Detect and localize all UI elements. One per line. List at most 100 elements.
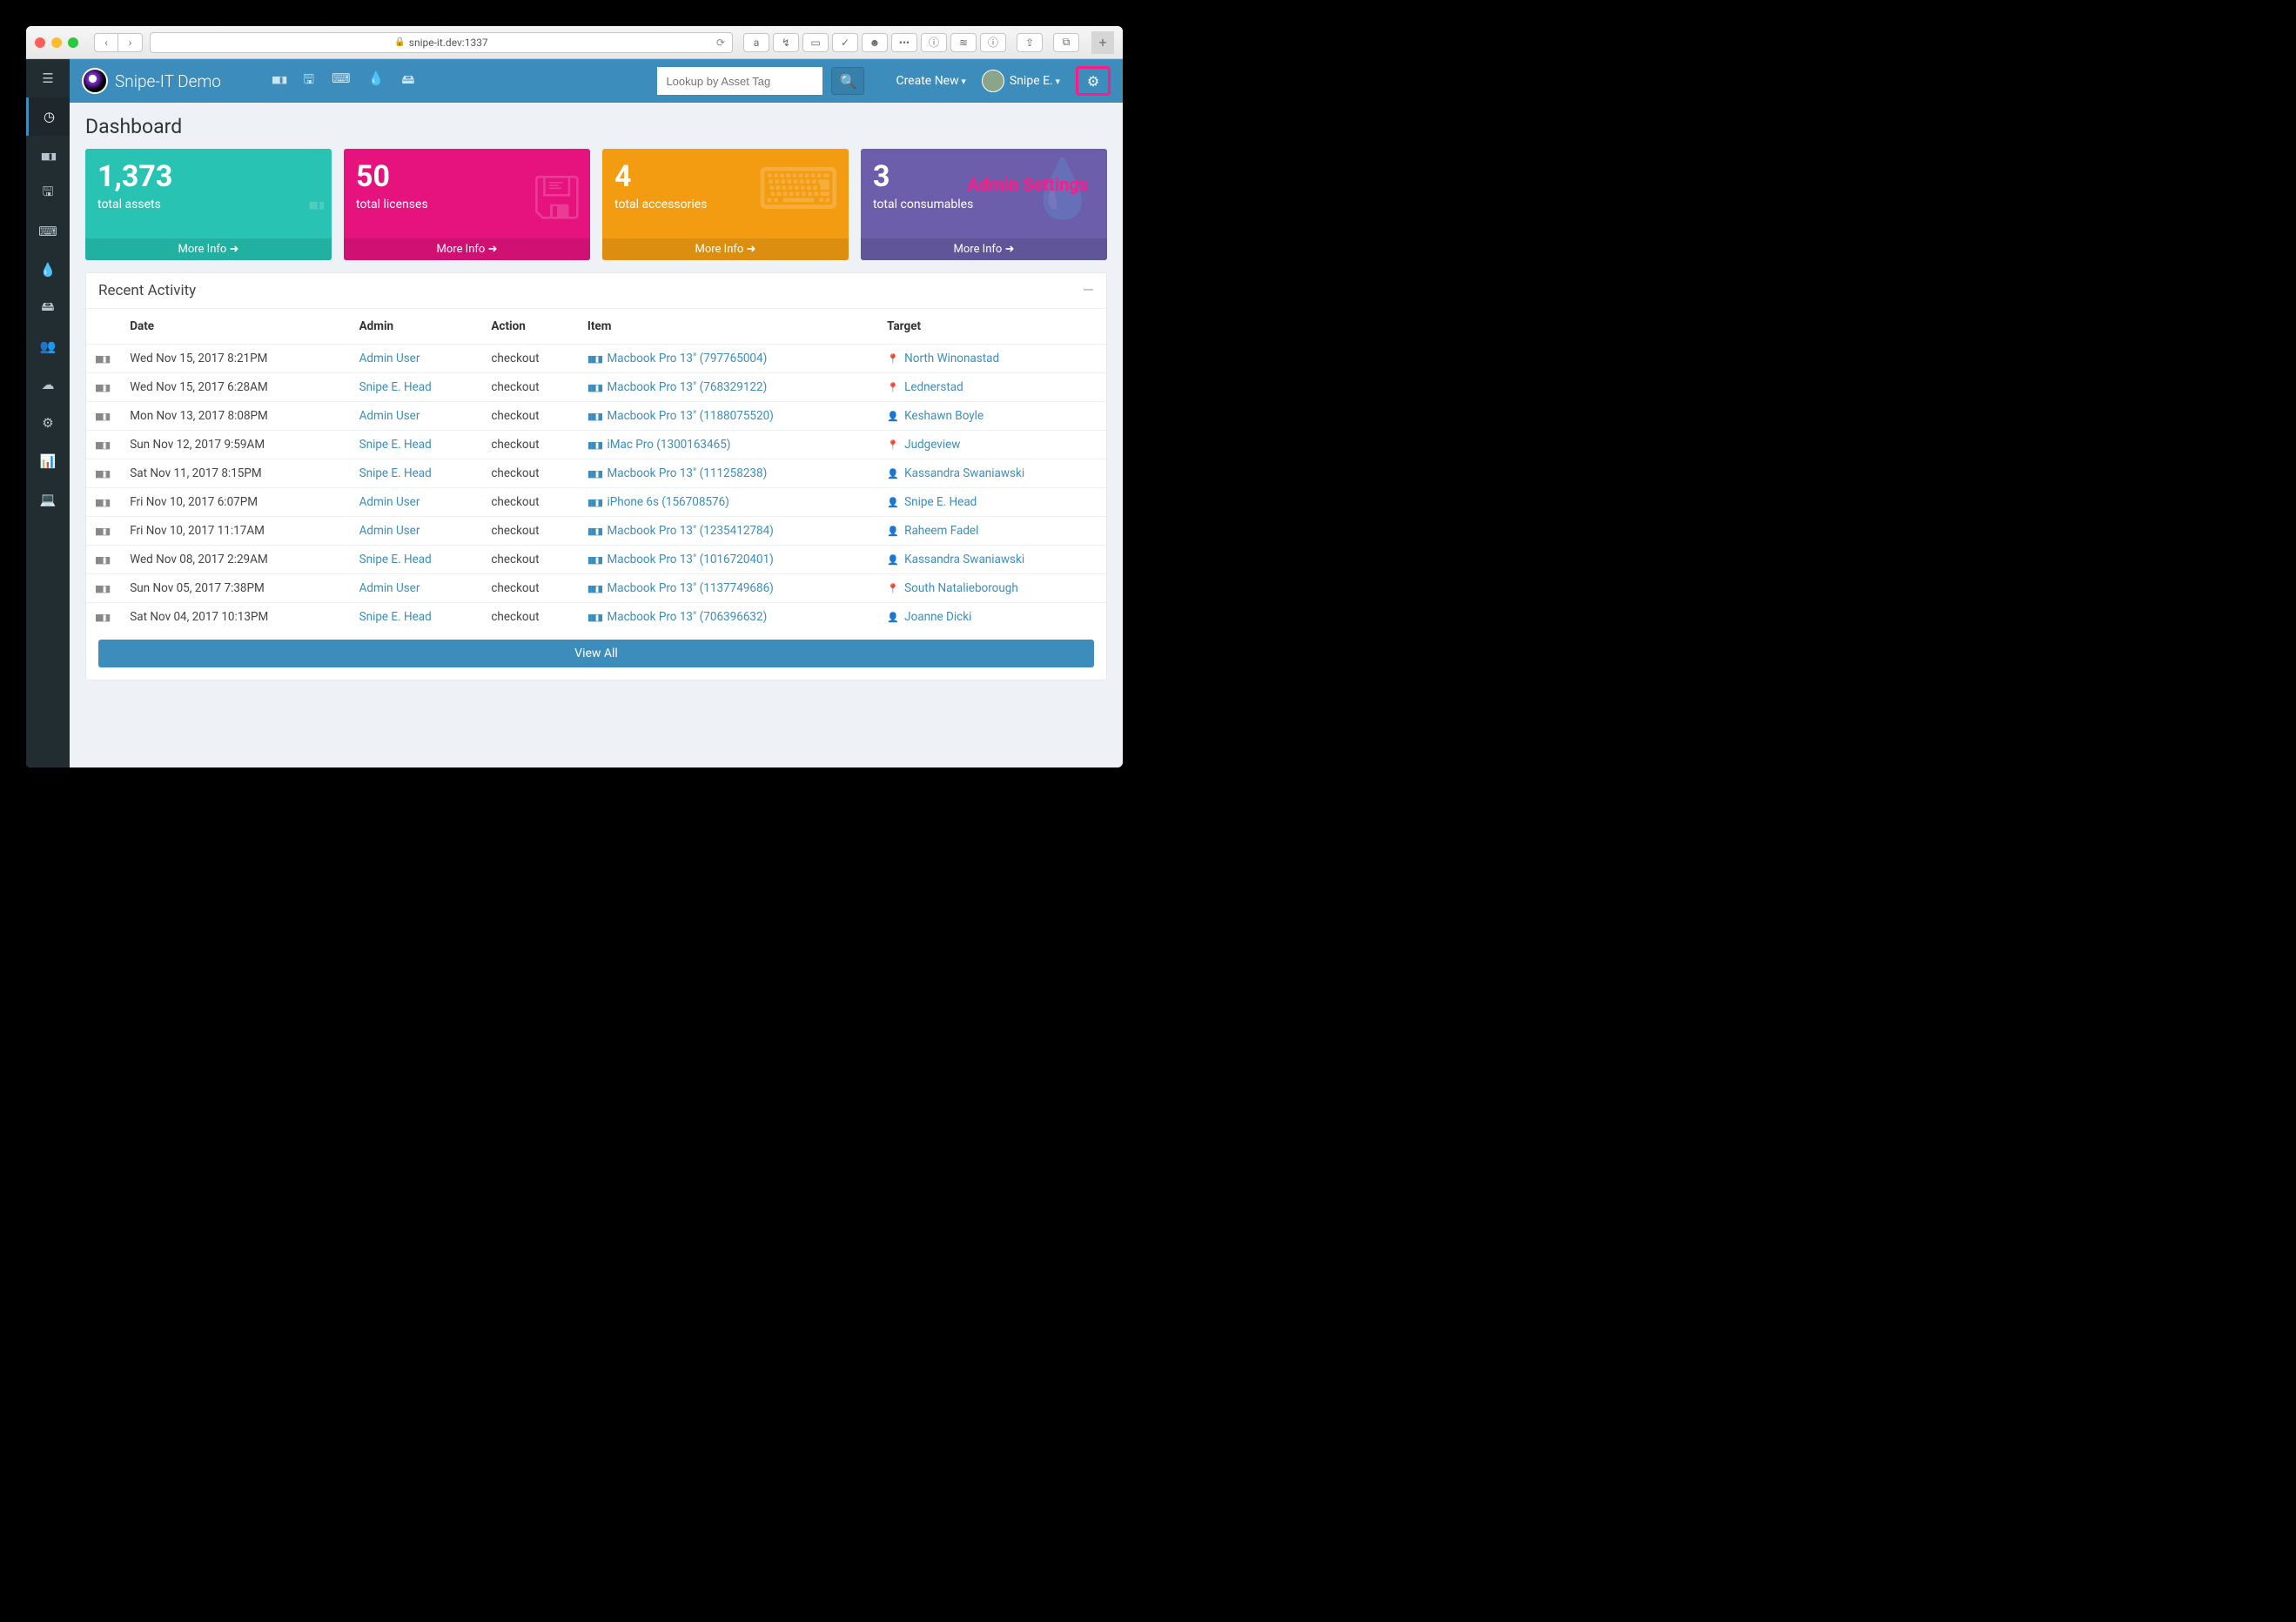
stat-more-info[interactable]: More Info ➜ [85,238,332,260]
admin-link[interactable]: Snipe E. Head [359,438,432,452]
cell-date: Wed Nov 15, 2017 8:21PM [121,345,350,373]
cell-action: checkout [482,603,579,632]
cloud-icon: ☁ [42,377,55,392]
barcode-icon [95,582,109,594]
item-link[interactable]: iPhone 6s (156708576) [587,495,729,509]
create-new-dropdown[interactable]: Create New [896,74,965,88]
item-link[interactable]: iMac Pro (1300163465) [587,438,731,452]
tabs-button[interactable]: ⧉ [1053,33,1079,52]
barcode-icon [587,468,601,479]
page-title: Dashboard [85,115,1107,138]
admin-link[interactable]: Admin User [359,581,420,595]
ext-wk-icon[interactable]: ✓ [832,33,858,52]
view-all-button[interactable]: View All [98,640,1094,667]
map-pin-icon: 📍 [887,439,899,451]
target-link[interactable]: 👤 Snipe E. Head [887,495,977,509]
window-controls [35,37,78,48]
admin-link[interactable]: Snipe E. Head [359,610,432,624]
sidebar-item-people[interactable]: 👥 [26,327,70,365]
asset-search-input[interactable] [657,67,822,95]
sidebar-item-reports[interactable]: 📊 [26,442,70,480]
brand[interactable]: Snipe-IT Demo [82,68,221,94]
asset-search-button[interactable]: 🔍 [831,67,864,95]
reload-icon[interactable]: ⟳ [716,37,725,49]
top-licenses-icon[interactable]: 🖫 [303,70,314,92]
table-row: Sun Nov 12, 2017 9:59AMSnipe E. Headchec… [86,431,1106,459]
stat-value: 1,373 [97,159,319,194]
sidebar-item-import[interactable]: ☁ [26,365,70,404]
target-link[interactable]: 📍 Judgeview [887,438,960,452]
arrow-right-icon: ➜ [1005,243,1015,256]
sidebar-item-assets[interactable] [26,136,70,174]
ext-inspect-icon[interactable]: ↯ [773,33,799,52]
top-assets-icon[interactable] [272,70,285,92]
ext-amazon-icon[interactable]: a [743,33,769,52]
minimize-window[interactable] [51,37,62,48]
item-link[interactable]: Macbook Pro 13" (1188075520) [587,409,774,423]
sidebar-item-dashboard[interactable]: ◷ [26,97,70,136]
admin-link[interactable]: Snipe E. Head [359,553,432,566]
ext-reader-icon[interactable]: ▭ [802,33,829,52]
target-link[interactable]: 📍 South Natalieborough [887,581,1018,595]
admin-link[interactable]: Admin User [359,495,420,509]
sidebar-item-accessories[interactable]: ⌨ [26,212,70,251]
target-link[interactable]: 👤 Joanne Dicki [887,610,971,624]
brand-text: Snipe-IT Demo [115,71,221,91]
sidebar-item-requestable[interactable]: 💻 [26,480,70,519]
user-menu[interactable]: Snipe E. [982,70,1060,92]
sidebar-toggle[interactable]: ☰ [26,59,70,97]
top-consumables-icon[interactable]: 💧 [368,70,385,92]
share-button[interactable]: ⇪ [1017,33,1043,52]
ext-info2-icon[interactable]: ⓘ [980,33,1006,52]
item-link[interactable]: Macbook Pro 13" (111258238) [587,466,767,480]
new-tab-button[interactable]: + [1091,31,1114,54]
target-link[interactable]: 👤 Raheem Fadel [887,524,978,538]
topbar: Snipe-IT Demo 🖫 ⌨ 💧 🖴 🔍 Create New [70,59,1123,103]
ext-stack-icon[interactable]: ≋ [950,33,977,52]
ext-ghost-icon[interactable]: ☻ [862,33,888,52]
sidebar-item-components[interactable]: 🖴 [26,289,70,327]
admin-settings-button[interactable]: ⚙ [1076,66,1111,96]
sidebar-item-consumables[interactable]: 💧 [26,251,70,289]
admin-link[interactable]: Admin User [359,409,420,423]
admin-link[interactable]: Admin User [359,352,420,365]
barcode-icon [95,439,109,451]
item-link[interactable]: Macbook Pro 13" (706396632) [587,610,767,624]
col-action[interactable]: Action [482,309,579,345]
stat-more-info[interactable]: More Info ➜ [602,238,849,260]
target-link[interactable]: 👤 Keshawn Boyle [887,409,984,423]
sidebar-item-settings[interactable]: ⚙ [26,404,70,442]
target-link[interactable]: 👤 Kassandra Swaniawski [887,466,1024,480]
close-window[interactable] [35,37,45,48]
item-link[interactable]: Macbook Pro 13" (1137749686) [587,581,774,595]
stat-more-info[interactable]: More Info ➜ [861,238,1107,260]
top-components-icon[interactable]: 🖴 [401,70,414,92]
sidebar-item-licenses[interactable]: 🖫 [26,174,70,212]
target-link[interactable]: 👤 Kassandra Swaniawski [887,553,1024,566]
admin-link[interactable]: Snipe E. Head [359,380,432,394]
maximize-window[interactable] [68,37,78,48]
col-target[interactable]: Target [878,309,1106,345]
target-link[interactable]: 📍 North Winonastad [887,352,999,365]
item-link[interactable]: Macbook Pro 13" (797765004) [587,352,767,365]
col-admin[interactable]: Admin [351,309,483,345]
panel-collapse-button[interactable]: — [1083,282,1094,299]
ext-more-icon[interactable]: ••• [891,33,917,52]
admin-link[interactable]: Admin User [359,524,420,538]
address-bar[interactable]: 🔒 snipe-it.dev:1337 ⟳ [150,32,733,53]
admin-link[interactable]: Snipe E. Head [359,466,432,480]
col-item[interactable]: Item [579,309,878,345]
back-button[interactable]: ‹ [94,33,118,52]
col-date[interactable]: Date [121,309,350,345]
forward-button[interactable]: › [118,33,143,52]
cell-date: Fri Nov 10, 2017 11:17AM [121,517,350,546]
top-accessories-icon[interactable]: ⌨ [332,70,351,92]
ext-info-icon[interactable]: ⓘ [921,33,947,52]
target-link[interactable]: 📍 Lednerstad [887,380,963,394]
item-link[interactable]: Macbook Pro 13" (1235412784) [587,524,774,538]
item-link[interactable]: Macbook Pro 13" (768329122) [587,380,767,394]
item-link[interactable]: Macbook Pro 13" (1016720401) [587,553,774,566]
barcode-icon [95,525,109,537]
barcode-icon [95,611,109,623]
laptop-icon: 💻 [40,492,57,507]
